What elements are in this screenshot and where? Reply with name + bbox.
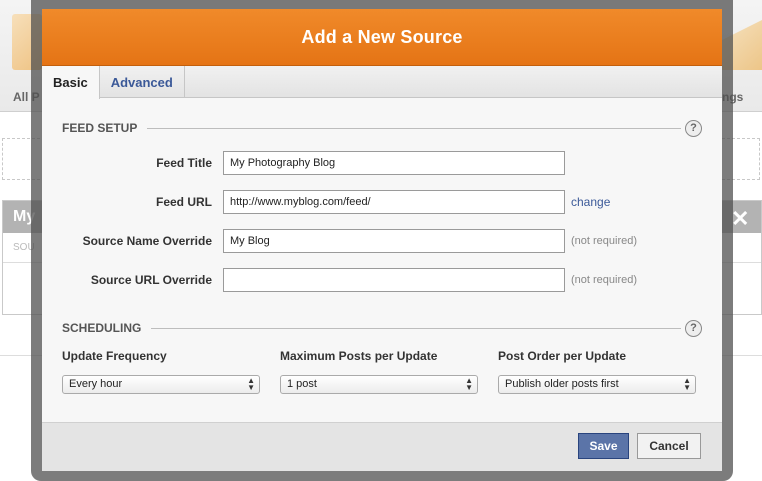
not-required-note: (not required)	[571, 274, 638, 286]
dialog-footer: Save Cancel	[42, 422, 722, 471]
tab-advanced[interactable]: Advanced	[100, 66, 185, 98]
source-name-row: Source Name Override (not required)	[42, 229, 722, 255]
update-frequency-select[interactable]: Every hour ▲ ▼	[62, 375, 260, 394]
post-order-group: Post Order per Update Publish older post…	[498, 349, 696, 394]
select-arrows-icon: ▲ ▼	[465, 376, 473, 392]
save-button[interactable]: Save	[578, 433, 629, 459]
feed-title-row: Feed Title	[42, 151, 722, 177]
section-divider	[151, 327, 681, 329]
select-arrows-icon: ▲ ▼	[247, 376, 255, 392]
max-posts-value: 1 post	[287, 378, 317, 390]
source-url-row: Source URL Override (not required)	[42, 268, 722, 294]
source-name-input[interactable]	[223, 229, 565, 253]
source-url-input[interactable]	[223, 268, 565, 292]
cancel-button[interactable]: Cancel	[637, 433, 701, 459]
not-required-note: (not required)	[571, 235, 638, 247]
update-frequency-label: Update Frequency	[62, 349, 167, 363]
post-order-label: Post Order per Update	[498, 349, 627, 363]
max-posts-select[interactable]: 1 post ▲ ▼	[280, 375, 478, 394]
post-order-select[interactable]: Publish older posts first ▲ ▼	[498, 375, 696, 394]
update-frequency-group: Update Frequency Every hour ▲ ▼	[62, 349, 260, 394]
help-icon[interactable]: ?	[685, 119, 702, 137]
section-divider	[147, 127, 681, 129]
feed-setup-label: FEED SETUP	[62, 121, 138, 135]
feed-setup-heading: FEED SETUP ?	[62, 118, 702, 138]
feed-title-input[interactable]	[223, 151, 565, 175]
max-posts-label: Maximum Posts per Update	[280, 349, 438, 363]
update-frequency-value: Every hour	[69, 378, 123, 390]
source-name-label: Source Name Override	[82, 234, 212, 248]
add-source-dialog: Add a New Source Basic Advanced FEED SET…	[42, 9, 722, 471]
dialog-header: Add a New Source	[42, 9, 722, 66]
dialog-title: Add a New Source	[301, 26, 463, 47]
scheduling-label: SCHEDULING	[62, 321, 142, 335]
feed-url-row: Feed URL change	[42, 190, 722, 216]
post-order-value: Publish older posts first	[505, 378, 619, 390]
dialog-tabs: Basic Advanced	[42, 66, 722, 99]
scheduling-heading: SCHEDULING ?	[62, 318, 702, 338]
change-url-link[interactable]: change	[571, 195, 610, 209]
feed-url-label: Feed URL	[155, 195, 212, 209]
help-icon[interactable]: ?	[685, 319, 702, 337]
feed-url-input[interactable]	[223, 190, 565, 214]
select-arrows-icon: ▲ ▼	[683, 376, 691, 392]
source-url-label: Source URL Override	[90, 273, 212, 287]
tab-basic[interactable]: Basic	[42, 66, 100, 99]
close-icon: ✕	[731, 206, 750, 231]
feed-title-label: Feed Title	[156, 156, 212, 170]
max-posts-group: Maximum Posts per Update 1 post ▲ ▼	[280, 349, 478, 394]
